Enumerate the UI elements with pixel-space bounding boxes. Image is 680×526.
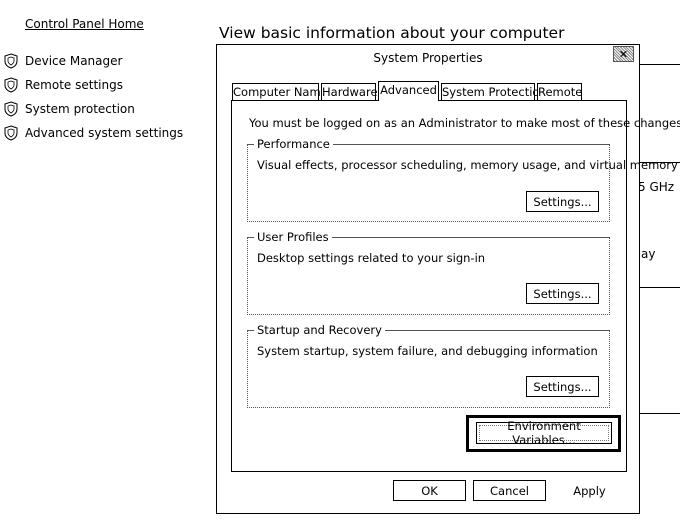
advanced-tab-panel: You must be logged on as an Administrato… [231,100,680,472]
cancel-button[interactable]: Cancel [473,480,546,501]
page-title: View basic information about your comput… [219,24,565,42]
sidebar-item-system-protection[interactable]: System protection [4,100,135,118]
button-label: Apply [573,483,606,498]
group-description: System startup, system failure, and debu… [257,344,598,358]
performance-settings-button[interactable]: Settings... [526,191,599,212]
group-description: Desktop settings related to your sign-in [257,251,486,265]
processor-speed-text: 5 GHz [638,180,675,194]
divider [640,413,680,414]
tab-advanced[interactable]: Advanced [378,81,439,101]
tab-remote[interactable]: Remote [537,83,582,100]
button-label: Settings... [533,379,592,394]
admin-note: You must be logged on as an Administrato… [249,116,680,130]
divider [640,287,680,288]
tab-computer-name[interactable]: Computer Name [232,83,328,100]
group-description: Visual effects, processor scheduling, me… [257,158,678,172]
close-icon: ✕ [618,47,629,61]
startup-recovery-settings-button[interactable]: Settings... [526,376,599,397]
group-legend: Performance [254,137,333,151]
sidebar-item-label: Advanced system settings [25,126,184,140]
ok-button[interactable]: OK [393,480,466,501]
shield-icon [4,53,18,69]
partial-text: ay [641,247,656,261]
sidebar-item-device-manager[interactable]: Device Manager [4,52,122,70]
sidebar-item-label: Remote settings [25,78,123,92]
shield-icon [4,77,18,93]
system-properties-dialog: System Properties ✕ Computer Name Hardwa… [216,44,680,514]
group-legend: Startup and Recovery [254,323,385,337]
tab-hardware[interactable]: Hardware [321,83,378,100]
environment-variables-button[interactable]: Environment Variables... [476,419,612,447]
apply-button[interactable]: Apply [553,480,626,501]
button-label: OK [421,483,438,498]
group-legend: User Profiles [254,230,332,244]
user-profiles-group: User Profiles Desktop settings related t… [247,230,610,315]
button-label: Settings... [533,194,592,209]
tab-system-protection[interactable]: System Protection [441,83,547,100]
sidebar-item-label: System protection [25,102,135,116]
startup-recovery-group: Startup and Recovery System startup, sys… [247,323,610,408]
button-label: Cancel [490,483,529,498]
button-label: Settings... [533,286,592,301]
performance-group: Performance Visual effects, processor sc… [247,137,678,222]
button-label: Environment Variables... [479,419,609,447]
close-button[interactable]: ✕ [613,46,634,62]
dialog-title: System Properties [373,51,483,65]
shield-icon [4,101,18,117]
shield-icon [4,125,18,141]
control-panel-home-link[interactable]: Control Panel Home [25,17,144,31]
sidebar-item-label: Device Manager [25,54,123,68]
sidebar-item-remote-settings[interactable]: Remote settings [4,76,123,94]
divider [640,64,680,65]
sidebar-item-advanced-system-settings[interactable]: Advanced system settings [4,124,183,142]
user-profiles-settings-button[interactable]: Settings... [526,283,599,304]
